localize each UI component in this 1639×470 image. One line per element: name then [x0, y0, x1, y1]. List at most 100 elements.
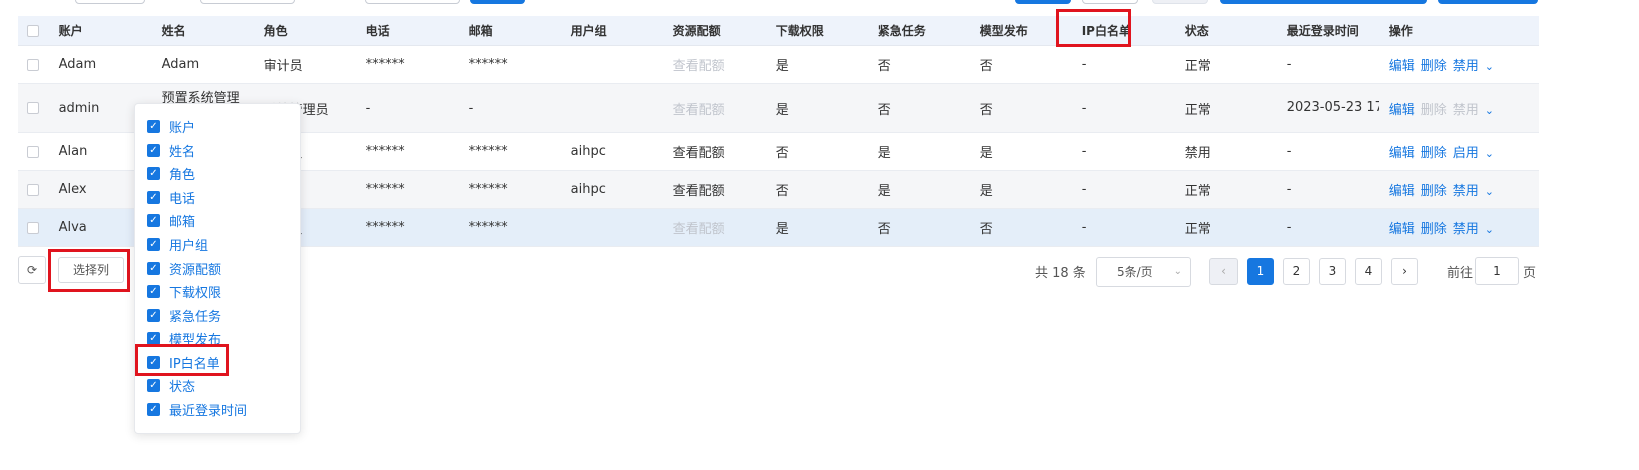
checked-icon: ✓	[147, 261, 160, 275]
table-row: Adam Adam 审计员 ****** ****** 查看配额 是 否 否 -…	[18, 45, 1539, 84]
column-option[interactable]: ✓ 用户组	[147, 235, 208, 254]
ip-cell: -	[1071, 83, 1175, 133]
edit-button[interactable]: 编辑	[1389, 184, 1415, 199]
status-cell: 正常	[1174, 83, 1277, 133]
last-login-cell: -	[1276, 208, 1379, 247]
phone-cell: ******	[355, 45, 459, 84]
chevron-down-icon[interactable]: ⌄	[1485, 147, 1494, 160]
column-option-label: 下载权限	[169, 285, 222, 301]
urgent-cell: 否	[867, 45, 970, 84]
urgent-cell: 否	[867, 208, 970, 247]
column-option[interactable]: ✓ 姓名	[147, 141, 195, 160]
view-quota-link: 查看配额	[662, 83, 766, 133]
delete-button[interactable]: 删除	[1421, 59, 1447, 74]
checked-icon: ✓	[147, 308, 160, 322]
next-page-button[interactable]: ›	[1391, 258, 1418, 285]
actions-cell: 编辑 删除 禁用 ⌄	[1378, 45, 1539, 84]
checked-icon: ✓	[147, 237, 160, 251]
select-all-checkbox[interactable]	[18, 16, 49, 46]
email-cell: ******	[458, 132, 561, 171]
column-option-label: 最近登录时间	[169, 403, 248, 419]
view-quota-link[interactable]: 查看配额	[662, 170, 766, 209]
status-cell: 禁用	[1174, 132, 1277, 171]
column-option[interactable]: ✓ 最近登录时间	[147, 400, 248, 419]
col-header-last-login[interactable]: 最近登录时间	[1276, 16, 1379, 46]
publish-cell: 否	[969, 208, 1072, 247]
column-option[interactable]: ✓ 账户	[147, 117, 195, 136]
row-checkbox[interactable]	[18, 170, 49, 209]
toolbar-input[interactable]	[365, 0, 460, 4]
toolbar-button[interactable]	[1438, 0, 1538, 4]
toggle-button[interactable]: 禁用	[1453, 184, 1479, 199]
col-header-download[interactable]: 下载权限	[765, 16, 868, 46]
view-quota-link[interactable]: 查看配额	[662, 132, 766, 171]
column-option[interactable]: ✓ 电话	[147, 188, 195, 207]
page-button[interactable]: 2	[1283, 258, 1310, 285]
page-button[interactable]: 1	[1247, 258, 1274, 285]
search-button[interactable]	[470, 0, 525, 4]
prev-page-button[interactable]: ‹	[1209, 258, 1238, 285]
row-checkbox[interactable]	[18, 45, 49, 84]
email-cell: ******	[458, 45, 561, 84]
group-cell: aihpc	[560, 170, 663, 209]
chevron-down-icon[interactable]: ⌄	[1485, 185, 1494, 198]
last-login-cell: -	[1276, 170, 1379, 209]
toggle-button[interactable]: 启用	[1453, 146, 1479, 161]
col-header-quota[interactable]: 资源配额	[662, 16, 766, 46]
group-cell	[560, 45, 663, 84]
view-quota-link: 查看配额	[662, 45, 766, 84]
delete-button[interactable]: 删除	[1421, 222, 1447, 237]
col-header-phone[interactable]: 电话	[355, 16, 459, 46]
refresh-button[interactable]: ⟳	[18, 256, 46, 284]
account-link[interactable]: Adam	[48, 45, 152, 84]
col-header-status[interactable]: 状态	[1174, 16, 1277, 46]
page-button[interactable]: 3	[1319, 258, 1346, 285]
checked-icon: ✓	[147, 402, 160, 416]
col-header-name[interactable]: 姓名	[151, 16, 254, 46]
urgent-cell: 否	[867, 83, 970, 133]
checked-icon: ✓	[147, 284, 160, 298]
delete-button: 删除	[1420, 102, 1447, 118]
col-header-role[interactable]: 角色	[253, 16, 356, 46]
column-option-label: 状态	[169, 379, 196, 395]
goto-page-input[interactable]: 1	[1475, 257, 1519, 285]
delete-button[interactable]: 删除	[1421, 146, 1447, 161]
col-header-group[interactable]: 用户组	[560, 16, 663, 46]
column-option[interactable]: ✓ 紧急任务	[147, 306, 221, 325]
page-button[interactable]: 4	[1355, 258, 1382, 285]
column-option[interactable]: ✓ 下载权限	[147, 282, 222, 301]
toolbar-button[interactable]	[1152, 0, 1208, 4]
checked-icon: ✓	[147, 331, 160, 345]
row-checkbox[interactable]	[18, 83, 49, 133]
toolbar-input[interactable]	[200, 0, 295, 4]
col-header-account[interactable]: 账户	[48, 16, 152, 46]
download-cell: 否	[765, 170, 868, 209]
row-checkbox[interactable]	[18, 208, 49, 247]
toolbar-button[interactable]	[1220, 0, 1427, 4]
edit-button[interactable]: 编辑	[1389, 103, 1415, 118]
chevron-down-icon[interactable]: ⌄	[1485, 223, 1494, 236]
edit-button[interactable]: 编辑	[1389, 59, 1415, 74]
col-header-actions[interactable]: 操作	[1378, 16, 1539, 46]
actions-cell: 编辑 删除 禁用 ⌄	[1378, 208, 1539, 247]
col-header-email[interactable]: 邮箱	[458, 16, 561, 46]
toolbar-button[interactable]	[1015, 0, 1071, 4]
edit-button[interactable]: 编辑	[1389, 146, 1415, 161]
toggle-button[interactable]: 禁用	[1453, 59, 1479, 74]
chevron-down-icon[interactable]: ⌄	[1485, 104, 1494, 117]
ip-cell: -	[1071, 45, 1175, 84]
row-checkbox[interactable]	[18, 132, 49, 171]
column-option[interactable]: ✓ 状态	[147, 376, 196, 395]
toolbar-input[interactable]	[75, 0, 145, 4]
column-option[interactable]: ✓ 邮箱	[147, 211, 195, 230]
delete-button[interactable]: 删除	[1421, 184, 1447, 199]
page-size-select[interactable]: 5条/页 ⌄	[1096, 257, 1191, 287]
edit-button[interactable]: 编辑	[1389, 222, 1415, 237]
toggle-button[interactable]: 禁用	[1453, 222, 1479, 237]
column-option[interactable]: ✓ 资源配额	[147, 259, 221, 278]
toolbar-button[interactable]	[1082, 0, 1138, 4]
goto-label: 前往	[1447, 266, 1474, 281]
column-option[interactable]: ✓ 角色	[147, 164, 195, 183]
chevron-down-icon[interactable]: ⌄	[1485, 60, 1494, 73]
col-header-urgent[interactable]: 紧急任务	[867, 16, 970, 46]
